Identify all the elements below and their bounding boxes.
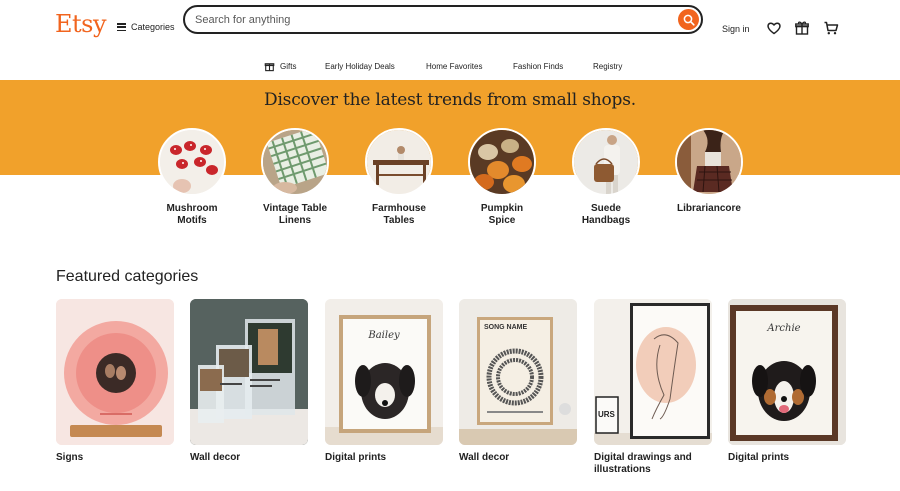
search-input[interactable] (195, 12, 665, 28)
featured-categories-heading: Featured categories (56, 268, 199, 285)
category-card-wall-decor-2[interactable]: SONG NAME Wall decor (459, 299, 577, 464)
nav-early-holiday-deals[interactable]: Early Holiday Deals (325, 56, 395, 76)
trend-image (261, 128, 329, 196)
nav-gifts-label: Gifts (280, 61, 297, 71)
trend-image (365, 128, 433, 196)
etsy-logo[interactable]: Etsy (55, 10, 107, 38)
site-header: Etsy Categories Sign in (0, 0, 900, 44)
category-label: Digital drawings and illustrations (594, 452, 692, 475)
banner-title: Discover the latest trends from small sh… (264, 90, 636, 110)
category-card-wall-decor[interactable]: Wall decor (190, 299, 308, 464)
trend-image (468, 128, 536, 196)
favorites-heart-icon[interactable] (766, 20, 782, 36)
category-card-signs[interactable]: Signs (56, 299, 174, 464)
frame-text: Bailey (368, 330, 400, 341)
menu-icon (117, 23, 126, 31)
trend-suede-handbags[interactable]: Suede Handbags (561, 128, 651, 227)
category-card-digital-drawings[interactable]: URS Digital drawings and illustrations (594, 299, 712, 476)
nav-gifts[interactable]: Gifts (264, 56, 296, 76)
trend-image (158, 128, 226, 196)
trend-label: Librariancore (677, 203, 741, 214)
trend-pumpkin-spice[interactable]: Pumpkin Spice (457, 128, 547, 227)
cart-icon[interactable] (823, 20, 839, 36)
category-image (56, 299, 174, 445)
sign-in-link[interactable]: Sign in (722, 24, 750, 34)
category-label: Digital prints (728, 452, 790, 463)
nav-fashion-finds[interactable]: Fashion Finds (513, 56, 563, 76)
category-image: Bailey (325, 299, 443, 445)
trend-librariancore[interactable]: Librariancore (664, 128, 754, 215)
category-image: URS (594, 299, 712, 445)
gift-icon[interactable] (794, 20, 810, 36)
category-label: Wall decor (459, 452, 510, 463)
trend-label: Mushroom Motifs (166, 203, 218, 226)
trend-label: Farmhouse Tables (372, 203, 426, 226)
category-image: SONG NAME (459, 299, 577, 445)
trend-label: Pumpkin Spice (480, 203, 524, 226)
trend-label: Suede Handbags (581, 203, 631, 226)
nav-home-favorites[interactable]: Home Favorites (426, 56, 482, 76)
trend-image (675, 128, 743, 196)
categories-label: Categories (131, 22, 175, 32)
frame-text: SONG NAME (484, 324, 528, 331)
category-image: Archie (728, 299, 846, 445)
search-button[interactable] (678, 9, 699, 30)
nav-registry[interactable]: Registry (593, 56, 622, 76)
category-label: Signs (56, 452, 84, 463)
trend-image (572, 128, 640, 196)
gift-icon (264, 62, 275, 71)
search-bar (183, 5, 703, 34)
trend-vintage-table-linens[interactable]: Vintage Table Linens (250, 128, 340, 227)
search-icon (683, 14, 695, 26)
frame-text: Archie (767, 323, 801, 334)
category-label: Wall decor (190, 452, 241, 463)
categories-button[interactable]: Categories (117, 22, 175, 32)
category-label: Digital prints (325, 452, 387, 463)
trend-label: Vintage Table Linens (262, 203, 328, 226)
category-image (190, 299, 308, 445)
frame-text: URS (598, 410, 615, 419)
trend-mushroom-motifs[interactable]: Mushroom Motifs (147, 128, 237, 227)
trend-farmhouse-tables[interactable]: Farmhouse Tables (354, 128, 444, 227)
category-card-digital-prints[interactable]: Bailey Digital prints (325, 299, 443, 464)
category-card-digital-prints-2[interactable]: Archie Digital prints (728, 299, 846, 464)
